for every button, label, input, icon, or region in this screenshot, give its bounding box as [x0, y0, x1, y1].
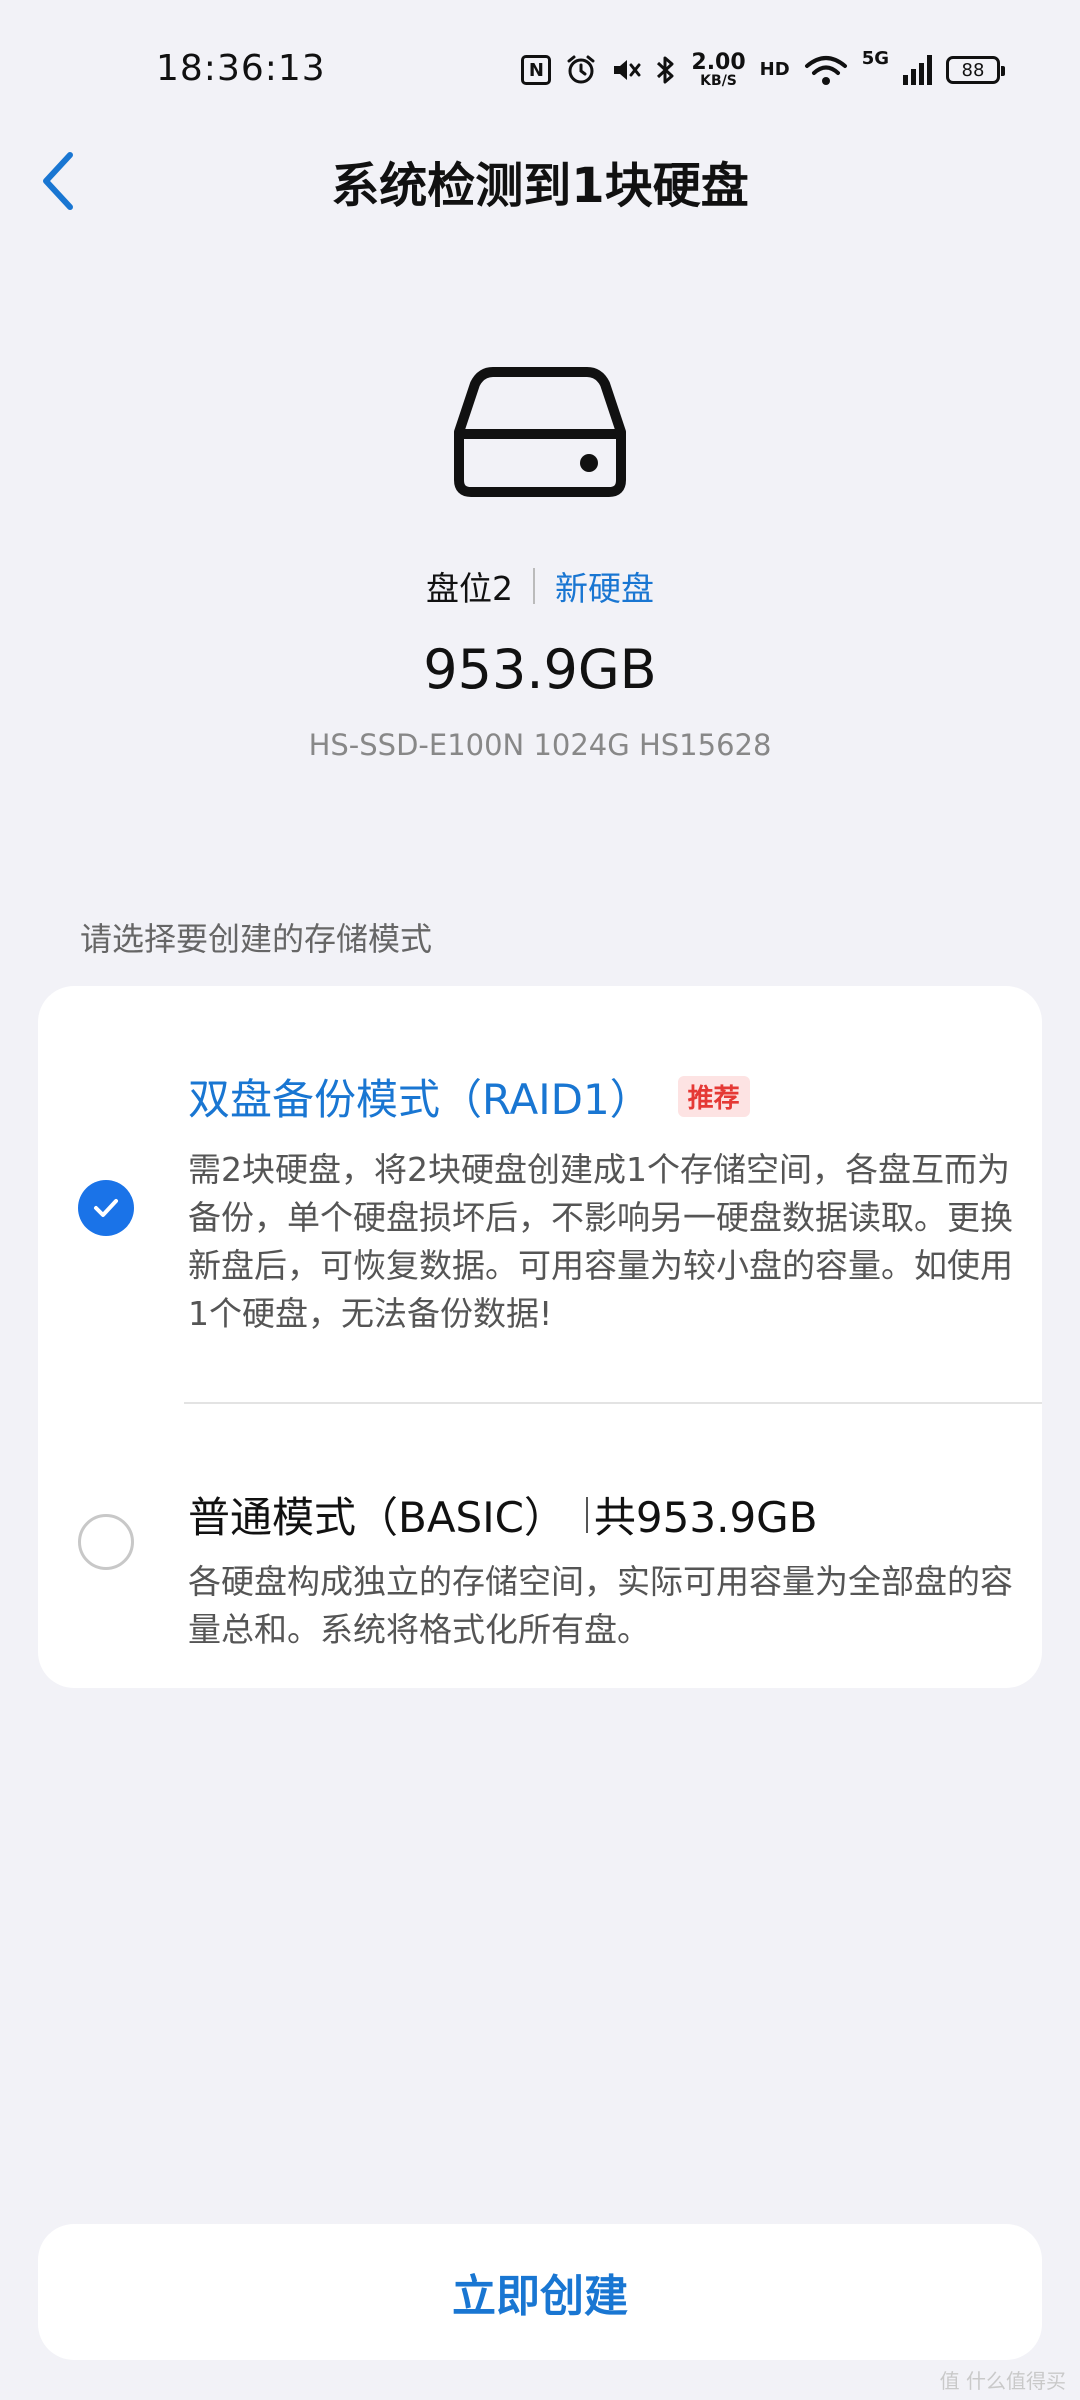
mode-option-basic[interactable]: 普通模式（BASIC） 共953.9GB 各硬盘构成独立的存储空间，实际可用容量…: [38, 1404, 1042, 1688]
mode-option-raid1[interactable]: 双盘备份模式（RAID1） 推荐 需2块硬盘，将2块硬盘创建成1个存储空间，各盘…: [38, 986, 1042, 1402]
hd-tag: HD: [759, 59, 790, 80]
page-title: 系统检测到1块硬盘: [331, 158, 749, 214]
alarm-icon: [567, 55, 595, 84]
battery-level: 88: [961, 59, 985, 81]
status-bar: 18:36:13 N 2.00 KB/S HD 5G 88: [0, 0, 1080, 140]
disk-model: HS-SSD-E100N 1024G HS15628: [308, 728, 772, 762]
mode-title-basic-text: 普通模式（BASIC）: [188, 1493, 566, 1542]
disk-status: 新硬盘: [555, 569, 654, 608]
radio-basic[interactable]: [78, 1514, 134, 1570]
mute-icon: [614, 60, 641, 80]
hard-disk-icon: [454, 367, 626, 497]
check-icon: [94, 1199, 118, 1217]
network-type: 5G: [861, 48, 889, 69]
disk-slot: 盘位2: [426, 569, 513, 608]
mode-desc-basic: 各硬盘构成独立的存储空间，实际可用容量为全部盘的容量总和。系统将格式化所有盘。: [188, 1562, 1013, 1649]
title-separator: [585, 1496, 588, 1533]
signal-icon: [903, 55, 932, 85]
section-label: 请选择要创建的存储模式: [80, 920, 433, 958]
wifi-icon: [804, 56, 847, 85]
nfc-icon: N: [521, 55, 552, 85]
net-speed-value: 2.00: [691, 50, 746, 75]
mode-title-raid1-text: 双盘备份模式（RAID1）: [188, 1075, 652, 1124]
disk-slot-row: 盘位2 新硬盘: [0, 562, 1080, 610]
recommend-badge: 推荐: [677, 1076, 750, 1117]
net-speed: 2.00 KB/S: [691, 50, 746, 89]
radio-raid1[interactable]: [78, 1180, 134, 1236]
status-icons: N 2.00 KB/S HD 5G 88: [521, 48, 1005, 92]
mode-card: 双盘备份模式（RAID1） 推荐 需2块硬盘，将2块硬盘创建成1个存储空间，各盘…: [38, 986, 1042, 1688]
mode-desc-raid1: 需2块硬盘，将2块硬盘创建成1个存储空间，各盘互而为备份，单个硬盘损坏后，不影响…: [188, 1150, 1013, 1333]
create-button[interactable]: 立即创建: [38, 2224, 1042, 2360]
disk-capacity: 953.9GB: [423, 638, 657, 701]
net-speed-unit: KB/S: [700, 73, 737, 89]
slot-separator: [533, 568, 535, 604]
mode-title-raid1: 双盘备份模式（RAID1） 推荐: [188, 1066, 750, 1127]
battery-icon: 88: [946, 56, 1005, 84]
status-time: 18:36:13: [156, 48, 326, 89]
watermark: 值 什么值得买: [939, 2369, 1066, 2393]
mode-title-basic: 普通模式（BASIC） 共953.9GB: [188, 1484, 818, 1545]
mode-capacity-note: 共953.9GB: [593, 1493, 818, 1542]
bluetooth-icon: [657, 56, 674, 84]
